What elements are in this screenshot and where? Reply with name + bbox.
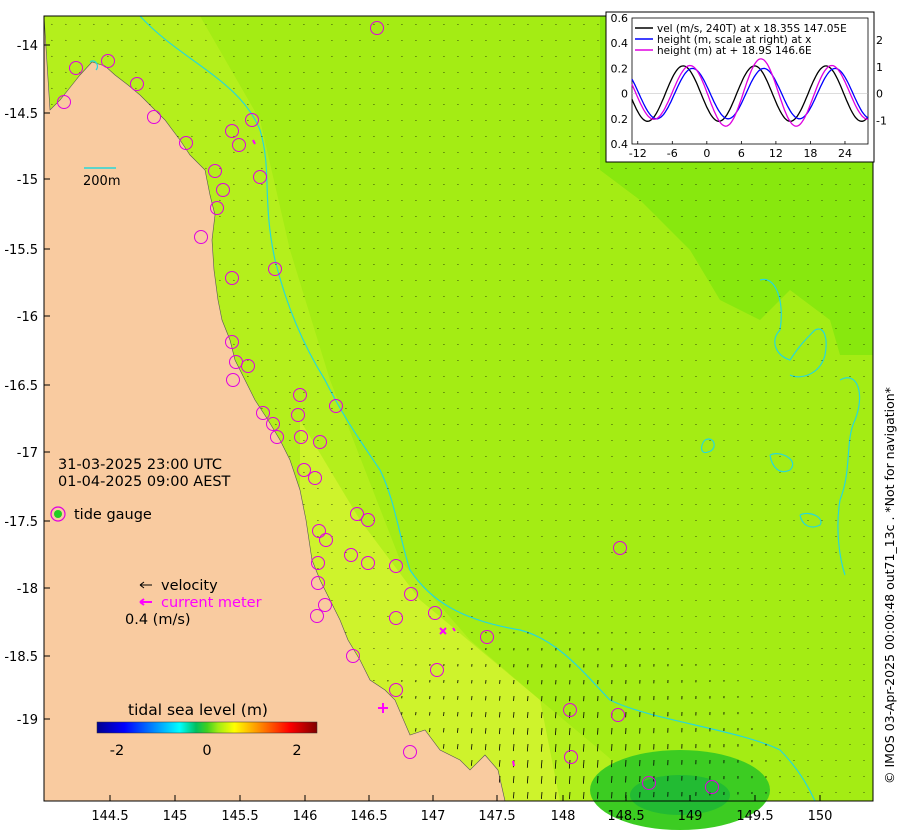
- colorbar-tick-2: 2: [292, 743, 301, 759]
- inset-y-right-tick: 0: [876, 88, 883, 101]
- inset-timeseries: vel (m/s, 240T) at x 18.35S 147.05E heig…: [605, 11, 887, 163]
- x-tick-label: 146.5: [350, 809, 387, 824]
- colorbar: [96, 721, 318, 734]
- colorbar-tick-neg2: -2: [110, 743, 124, 759]
- inset-y-right-tick: 2: [876, 34, 883, 47]
- inset-x-tick: 6: [738, 147, 745, 160]
- tide-gauge-legend-dot: [54, 510, 62, 518]
- inset-y-left-tick: 0.2: [611, 62, 629, 75]
- inset-x-tick: 0: [703, 147, 710, 160]
- inset-y-right-tick: 1: [876, 61, 883, 74]
- x-tick-label: 148: [551, 809, 576, 824]
- x-tick-label: 149: [678, 809, 703, 824]
- x-tick-label: 146: [293, 809, 318, 824]
- x-tick-label: 144.5: [91, 809, 128, 824]
- inset-legend-height-plus: height (m) at + 18.9S 146.6E: [657, 45, 812, 57]
- inset-x-tick: -12: [629, 147, 647, 160]
- side-credit: © IMOS 03-Apr-2025 00:00:48 out71_13c . …: [882, 387, 897, 784]
- y-axis-ticks: -14 -14.5 -15 -15.5 -16 -16.5 -17 -17.5 -18 -18.5…: [4, 39, 50, 728]
- inset-y-left-tick: 0.4: [611, 138, 629, 151]
- y-tick-label: -18: [17, 582, 38, 597]
- y-tick-label: -14: [17, 39, 38, 54]
- y-tick-label: -14.5: [4, 107, 38, 122]
- y-tick-label: -19: [17, 713, 38, 728]
- y-tick-label: -16.5: [4, 379, 38, 394]
- inset-y-left-tick: 0: [621, 88, 628, 101]
- inset-x-tick: 24: [838, 147, 852, 160]
- x-tick-label: 147.5: [478, 809, 515, 824]
- x-tick-label: 145.5: [221, 809, 258, 824]
- inset-y-left-tick: 0.2: [611, 113, 629, 126]
- x-tick-label: 149.5: [736, 809, 773, 824]
- inset-y-left-tick: 0.4: [611, 37, 629, 50]
- timestamp-utc: 31-03-2025 23:00 UTC: [58, 457, 222, 473]
- inset-x-tick: 18: [803, 147, 817, 160]
- x-tick-label: 145: [163, 809, 188, 824]
- current-meter-legend-label: current meter: [161, 595, 262, 611]
- colorbar-title: tidal sea level (m): [128, 701, 268, 719]
- x-tick-label: 150: [808, 809, 833, 824]
- tide-gauge-legend-label: tide gauge: [74, 507, 152, 523]
- velocity-legend-label: velocity: [161, 578, 218, 594]
- inset-x-tick: 12: [769, 147, 783, 160]
- x-tick-label: 148.5: [607, 809, 644, 824]
- y-tick-label: -15.5: [4, 243, 38, 258]
- tidal-map: -14-14.5-15-15.5-16-16.5-17-17.5-18-18.5…: [4, 11, 897, 830]
- y-tick-label: -17.5: [4, 515, 38, 530]
- y-tick-label: -15: [17, 173, 38, 188]
- y-tick-label: -18.5: [4, 650, 38, 665]
- velocity-scale-label: 0.4 (m/s): [125, 612, 191, 628]
- x-tick-label: 147: [421, 809, 446, 824]
- inset-x-tick: -6: [667, 147, 678, 160]
- inset-y-right-tick: -1: [876, 114, 887, 127]
- colorbar-tick-0: 0: [202, 743, 211, 759]
- inset-y-left-tick: 0.6: [611, 12, 629, 25]
- y-tick-label: -17: [17, 446, 38, 461]
- scale-bar-label: 200m: [83, 174, 120, 189]
- timestamp-local: 01-04-2025 09:00 AEST: [58, 474, 231, 490]
- y-tick-label: -16: [17, 310, 38, 325]
